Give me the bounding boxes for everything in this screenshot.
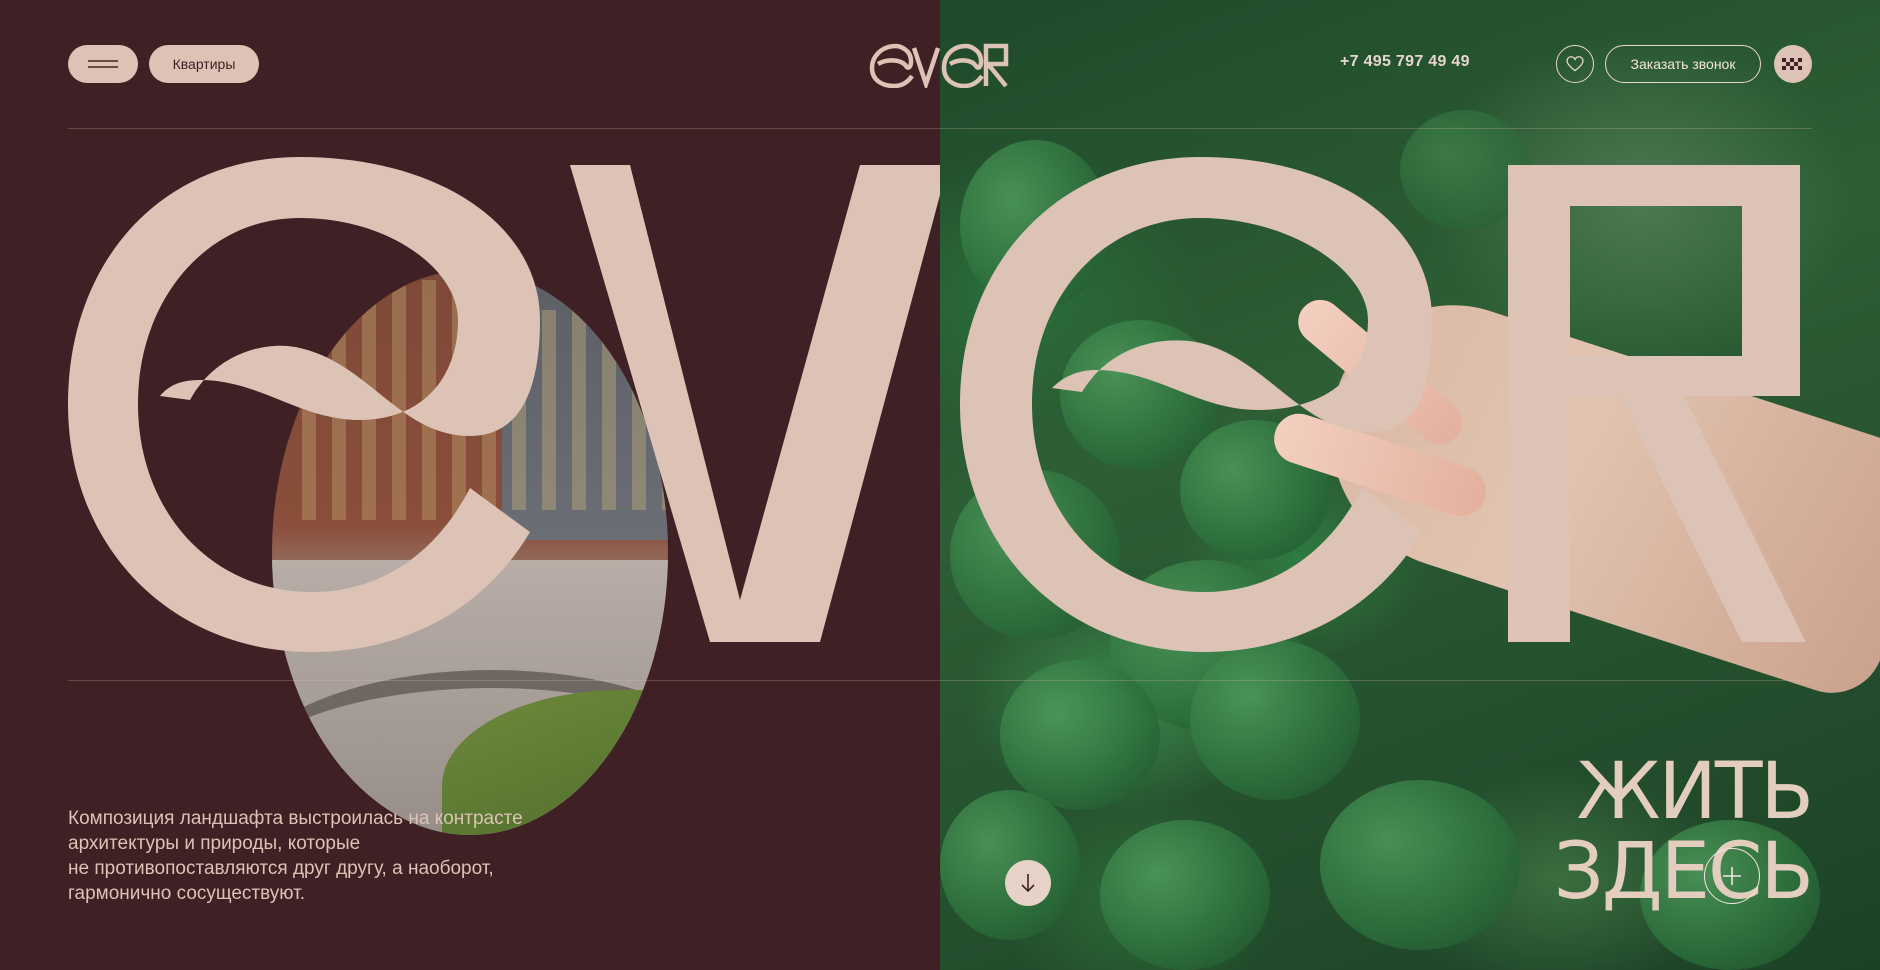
header-divider — [68, 128, 1812, 129]
scroll-down-button[interactable] — [1005, 860, 1051, 906]
description-line: Композиция ландшафта выстроилась на конт… — [68, 808, 523, 829]
taxi-button[interactable] — [1774, 45, 1812, 83]
courtyard-photo — [272, 270, 668, 835]
menu-button[interactable] — [68, 45, 138, 83]
favorites-button[interactable] — [1556, 45, 1594, 83]
hamburger-icon — [88, 60, 118, 62]
plus-icon — [1723, 867, 1741, 885]
phone-number[interactable]: +7 495 797 49 49 — [1340, 53, 1470, 71]
hero-description: Композиция ландшафта выстроилась на конт… — [68, 806, 628, 906]
callback-button[interactable]: Заказать звонок — [1605, 45, 1761, 83]
description-line: гармонично сосуществуют. — [68, 883, 305, 904]
tagline-line-1: ЖИТЬ — [1576, 747, 1814, 837]
description-line: архитектуры и природы, которые — [68, 833, 361, 854]
checker-icon — [1782, 58, 1802, 70]
heart-icon — [1566, 56, 1584, 72]
hero-tagline: ЖИТЬ ЗДЕСЬ — [1553, 747, 1814, 917]
description-line: не противопоставляются друг другу, а нао… — [68, 858, 494, 879]
flats-button[interactable]: Квартиры — [149, 45, 259, 83]
arrow-down-icon — [1021, 874, 1035, 893]
content-divider — [68, 680, 1812, 681]
ever-logo[interactable] — [868, 38, 1012, 88]
tagline-line-2: ЗДЕСЬ — [1553, 827, 1814, 917]
plus-button[interactable] — [1704, 848, 1760, 904]
